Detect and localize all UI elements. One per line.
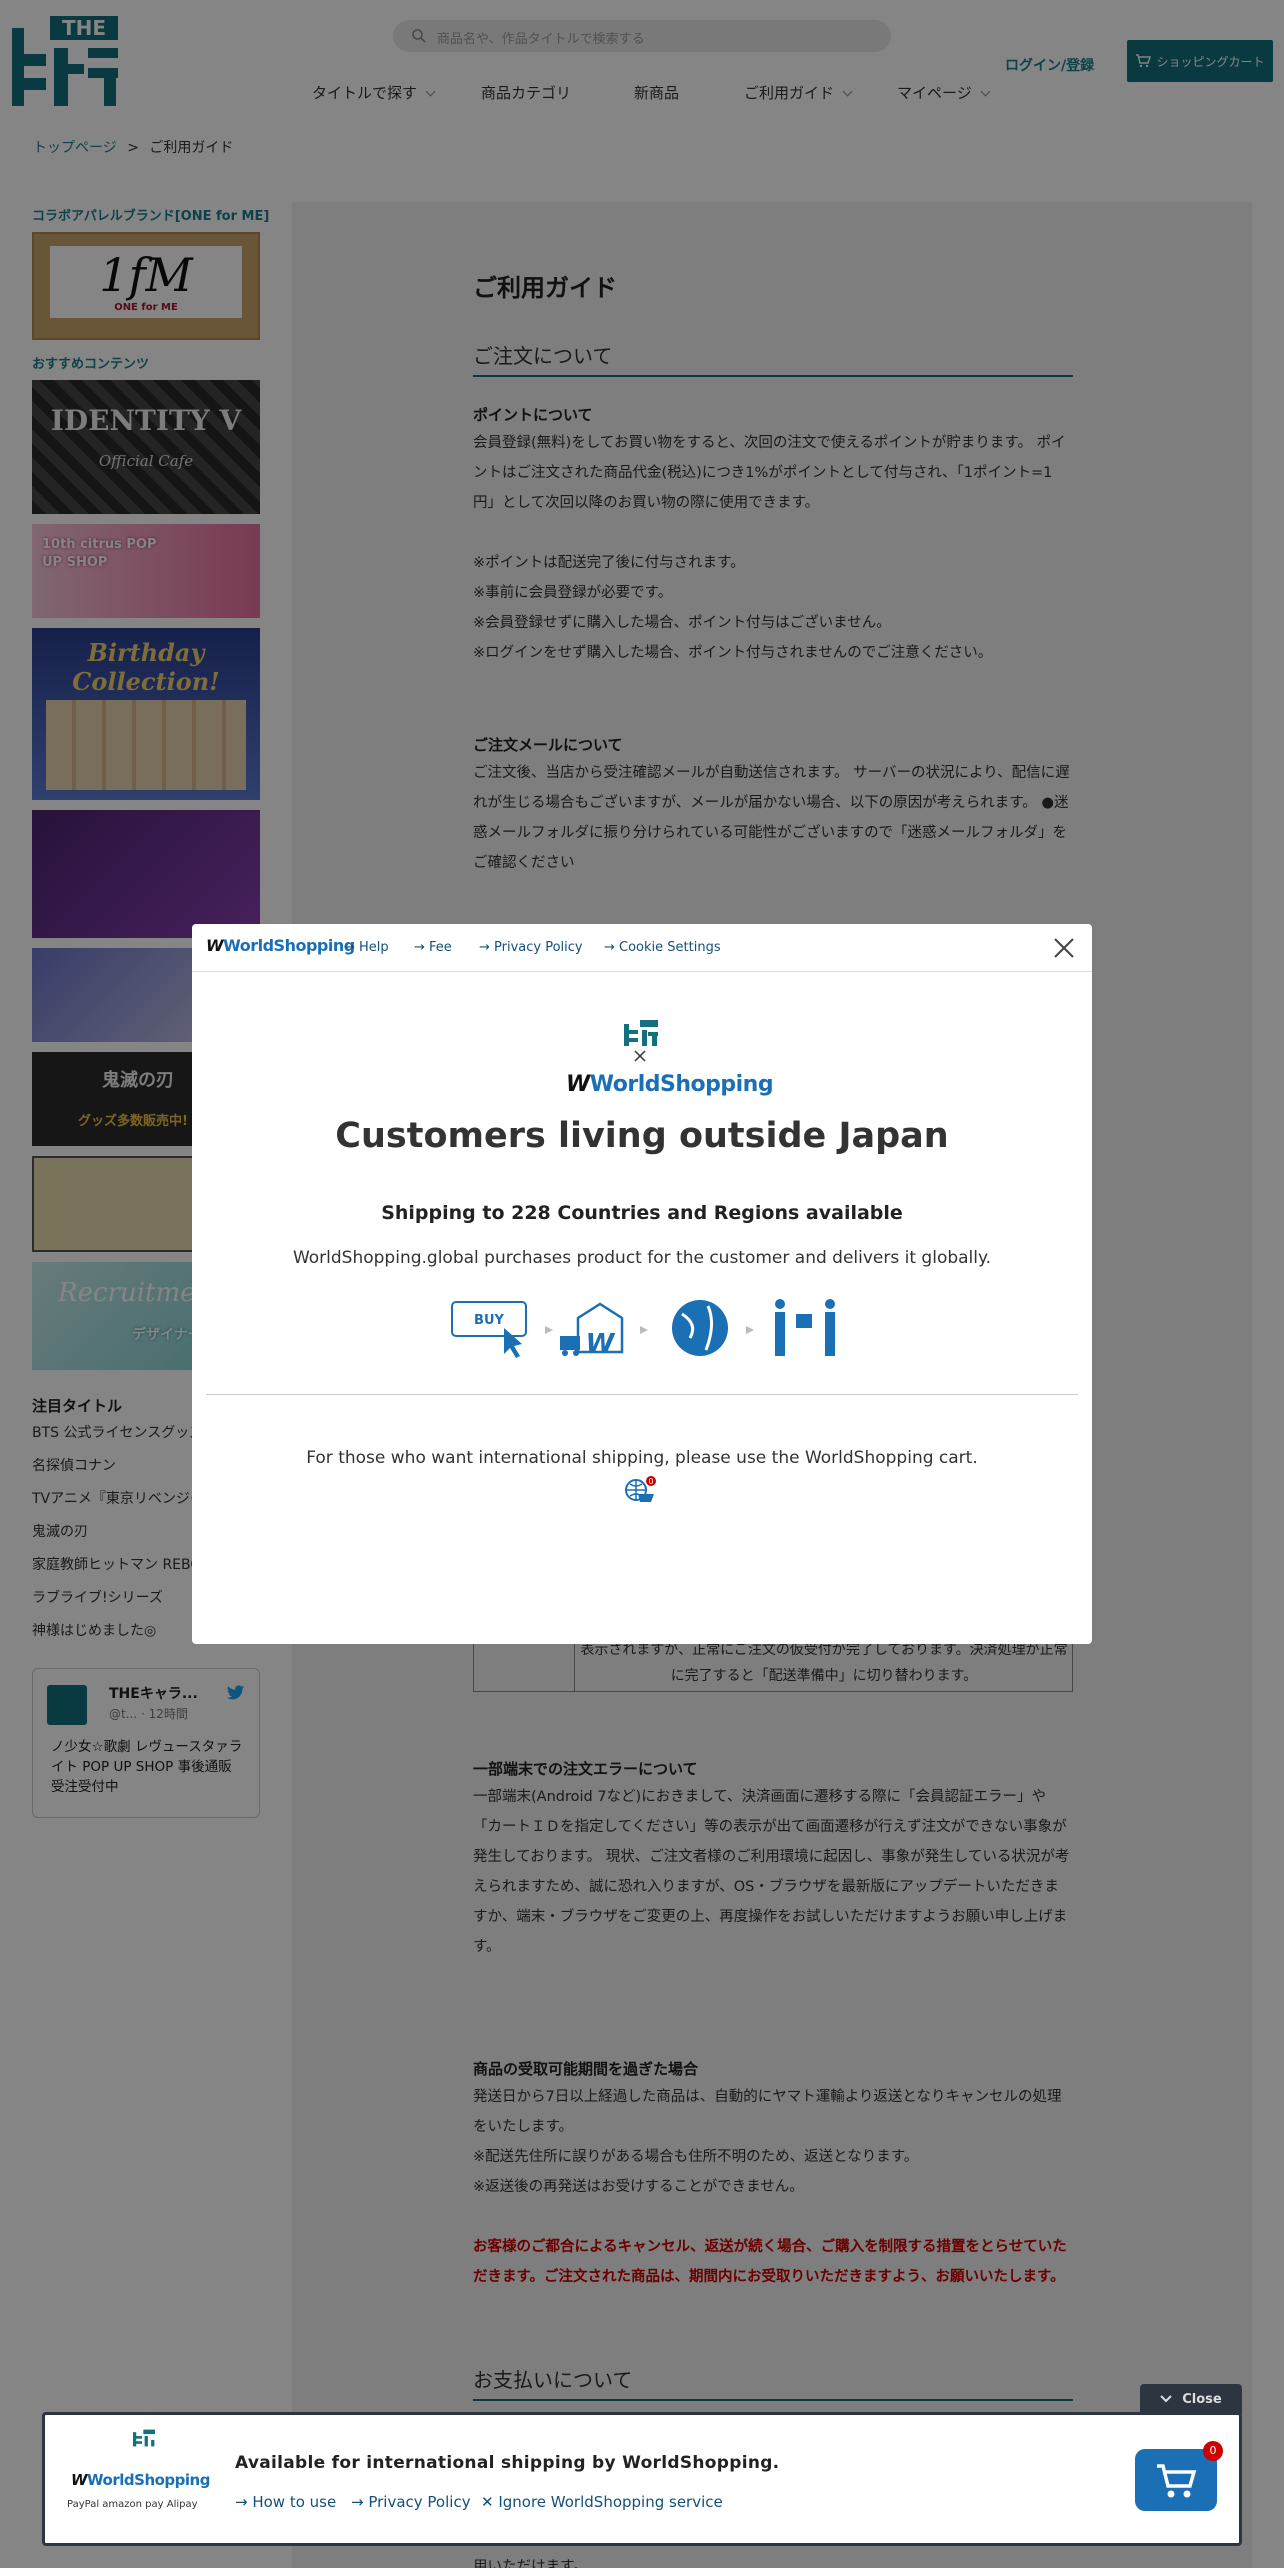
cart-count-badge: 0 xyxy=(1203,2441,1223,2461)
link-label: Ignore WorldShopping service xyxy=(498,2493,723,2511)
modal-footer-text: For those who want international shippin… xyxy=(306,1448,978,1468)
logo-text: WorldShopping xyxy=(589,1072,774,1097)
flow-arrow xyxy=(746,1326,754,1334)
ws-bar-title: Available for international shipping by … xyxy=(235,2453,780,2473)
ws-cart-button[interactable] xyxy=(1135,2449,1217,2511)
worldshopping-logo: WWorldShopping xyxy=(566,1072,774,1097)
cart-count: 0 xyxy=(648,1477,653,1486)
worldshopping-bar: WWorldShopping PayPal amazon pay Alipay … xyxy=(42,2412,1242,2546)
link-label: Privacy Policy xyxy=(494,940,583,955)
link-label: Help xyxy=(359,940,389,955)
modal-title: Customers living outside Japan xyxy=(335,1116,949,1156)
link-label: Fee xyxy=(429,940,452,955)
close-label: Close xyxy=(1182,2391,1222,2407)
modal-fee-link[interactable]: → Fee xyxy=(414,940,452,955)
modal-topbar: WWorldShopping → Help → Fee → Privacy Po… xyxy=(192,924,1092,972)
worldshopping-modal: WWorldShopping → Help → Fee → Privacy Po… xyxy=(192,924,1092,1644)
ws-ignore-link[interactable]: ✕ Ignore WorldShopping service xyxy=(481,2493,723,2511)
link-label: How to use xyxy=(252,2493,337,2511)
logo-w: W xyxy=(71,2471,88,2489)
warehouse-truck-icon: W xyxy=(560,1302,624,1359)
logo-text: WorldShopping xyxy=(87,2471,210,2489)
link-label: Privacy Policy xyxy=(368,2493,471,2511)
logo-text: WorldShopping xyxy=(223,936,355,955)
flow-arrow xyxy=(640,1326,648,1334)
cross-icon xyxy=(634,1050,646,1062)
worldshopping-logo: WWorldShopping xyxy=(206,936,355,955)
flow-arrow xyxy=(545,1326,553,1334)
logo-w: W xyxy=(566,1072,590,1097)
ws-how-to-use-link[interactable]: → How to use xyxy=(235,2493,336,2511)
ws-bar-close-button[interactable]: Close xyxy=(1140,2384,1242,2414)
flow-buy-label: BUY xyxy=(474,1313,504,1328)
delivery-handoff-icon xyxy=(775,1299,835,1356)
site-mini-logo-icon xyxy=(133,2429,155,2447)
close-icon[interactable] xyxy=(1050,934,1078,962)
link-label: Cookie Settings xyxy=(619,940,721,955)
svg-text:W: W xyxy=(586,1329,616,1359)
buy-click-icon: BUY xyxy=(451,1301,527,1358)
payment-methods: PayPal amazon pay Alipay xyxy=(67,2499,198,2510)
modal-help-link[interactable]: → Help xyxy=(344,940,389,955)
shipping-flow-illustration: BUY W xyxy=(451,1299,835,1359)
globe-plane-icon xyxy=(672,1300,728,1356)
chevron-down-icon xyxy=(1160,2395,1172,2403)
logo-w: W xyxy=(206,936,224,955)
ws-privacy-link[interactable]: → Privacy Policy xyxy=(351,2493,471,2511)
modal-description: WorldShopping.global purchases product f… xyxy=(292,1248,992,1268)
modal-cookie-link[interactable]: → Cookie Settings xyxy=(604,940,721,955)
cart-icon xyxy=(1157,2464,1197,2498)
modal-privacy-link[interactable]: → Privacy Policy xyxy=(479,940,583,955)
modal-subtitle: Shipping to 228 Countries and Regions av… xyxy=(381,1202,903,1224)
worldshopping-cart-icon[interactable]: 0 xyxy=(624,1476,658,1506)
modal-divider xyxy=(206,1394,1078,1395)
site-mini-logo-icon xyxy=(624,1020,658,1046)
worldshopping-logo: WWorldShopping xyxy=(71,2471,210,2489)
